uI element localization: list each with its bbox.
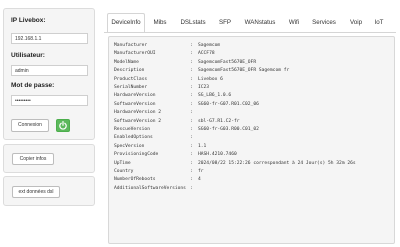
power-icon [59,121,67,130]
password-input[interactable] [11,95,88,106]
ip-label: IP Livebox: [11,17,46,24]
connect-button[interactable]: Connexion [11,119,49,132]
tab-voip[interactable]: Voip [346,14,366,32]
tab-mibs[interactable]: Mibs [149,14,171,32]
device-info-panel: Manufacturer: Sagemcom ManufacturerOUI: AC… [108,36,395,244]
copy-panel: Copier infos [3,144,95,173]
tab-divider [104,32,396,33]
tab-bar: DeviceInfo Mibs DSLstats SFP WANstatus W… [104,8,396,32]
export-dsl-button[interactable]: ext données dsl [12,186,60,198]
connection-panel: IP Livebox: Utilisateur: Mot de passe: C… [3,8,95,140]
tab-deviceinfo[interactable]: DeviceInfo [107,13,145,32]
tab-wanstatus[interactable]: WANstatus [240,14,280,32]
password-label: Mot de passe: [11,82,55,89]
user-input[interactable] [11,65,88,76]
copy-info-button[interactable]: Copier infos [12,153,54,165]
power-button[interactable] [56,119,70,132]
tab-sfp[interactable]: SFP [216,14,234,32]
tab-iot[interactable]: IoT [372,14,386,32]
user-label: Utilisateur: [11,52,45,59]
ip-input[interactable] [11,33,88,44]
export-panel: ext données dsl [3,176,95,206]
tab-services[interactable]: Services [308,14,340,32]
tab-wifi[interactable]: Wifi [286,14,302,32]
tab-dslstats[interactable]: DSLstats [176,14,210,32]
